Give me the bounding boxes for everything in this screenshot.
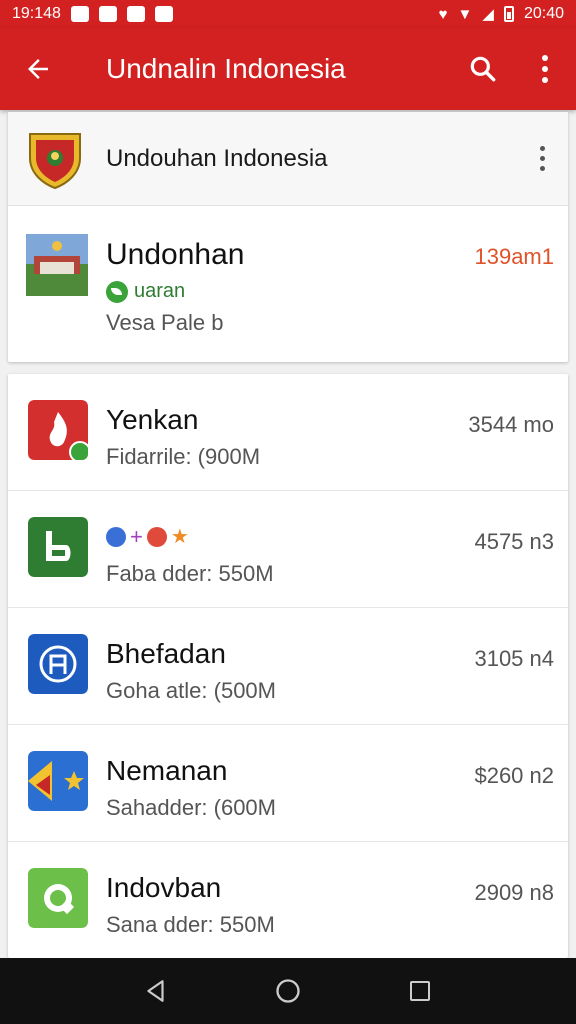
- featured-tag-label: uaran: [134, 280, 186, 302]
- featured-subtitle: Vesa Pale b: [106, 310, 224, 335]
- list-item[interactable]: + ★ Faba dder: 550M 4575 n3: [8, 491, 568, 608]
- app-bird-icon: [28, 751, 88, 811]
- app-price: $260 n2: [474, 763, 554, 788]
- featured-thumbnail: [26, 234, 88, 296]
- app-subtitle: Goha atle: (500M: [106, 678, 276, 703]
- list-item[interactable]: Nemanan Sahadder: (600M $260 n2: [8, 725, 568, 842]
- status-bar: 19:148 ♥ ▼ ◢ 20:40: [0, 0, 576, 28]
- back-nav-button[interactable]: [126, 961, 186, 1021]
- triangle-back-icon: [147, 980, 164, 1002]
- app-a-icon: [28, 634, 88, 694]
- back-arrow-icon: [28, 59, 48, 79]
- leaf-icon: [106, 280, 128, 303]
- more-vert-icon: [542, 55, 548, 83]
- app-subtitle: Fidarrile: (900M: [106, 444, 261, 469]
- list-item[interactable]: Indovban Sana dder: 550M 2909 n8: [8, 842, 568, 959]
- heart-icon: ♥: [438, 5, 448, 23]
- status-time-right: 20:40: [523, 5, 564, 22]
- app-price: 3105 n4: [474, 646, 554, 671]
- wifi-icon: ▼: [457, 5, 473, 23]
- featured-price: 139am1: [474, 244, 554, 269]
- list-item[interactable]: Yenkan Fidarrile: (900M 3544 mo: [8, 374, 568, 491]
- app-subtitle: Sana dder: 550M: [106, 912, 275, 937]
- app-bar: Undnalin Indonesia: [0, 28, 576, 110]
- notification-app-icon: [70, 6, 89, 22]
- app-b-icon: [28, 517, 88, 577]
- app-price: 2909 n8: [474, 880, 554, 905]
- star-icon: ★: [170, 526, 189, 548]
- app-badges: + ★: [106, 524, 189, 549]
- app-name: Nemanan: [106, 755, 228, 786]
- app-camera-icon: [28, 868, 88, 928]
- app-price: 3544 mo: [468, 412, 554, 437]
- mail-icon: [154, 6, 173, 22]
- mail-icon: [98, 6, 117, 22]
- list-item[interactable]: Bhefadan Goha atle: (500M 3105 n4: [8, 608, 568, 725]
- category-header[interactable]: Undouhan Indonesia: [8, 112, 568, 206]
- notification-app-icon: [126, 6, 145, 22]
- square-recents-icon: [410, 981, 430, 1001]
- app-flame-icon: [28, 400, 88, 460]
- circle-home-icon: [276, 979, 300, 1003]
- app-subtitle: Faba dder: 550M: [106, 561, 274, 586]
- battery-icon: [503, 6, 514, 22]
- featured-item[interactable]: Undonhan uaran Vesa Pale b 139am1: [8, 206, 568, 362]
- back-button[interactable]: [0, 28, 76, 110]
- recents-nav-button[interactable]: [390, 961, 450, 1021]
- app-name: Yenkan: [106, 404, 199, 435]
- plus-icon: +: [130, 524, 143, 549]
- chrome-icon: [146, 527, 167, 547]
- app-list: Yenkan Fidarrile: (900M 3544 mo + ★ Faba…: [8, 374, 568, 958]
- google-icon: [106, 527, 126, 547]
- more-vert-icon[interactable]: [530, 146, 554, 171]
- search-icon: [470, 56, 496, 82]
- app-price: 4575 n3: [474, 529, 554, 554]
- featured-name: Undonhan: [106, 238, 245, 271]
- search-button[interactable]: [452, 28, 514, 110]
- app-name: Bhefadan: [106, 638, 226, 669]
- status-time-left: 19:148: [12, 5, 61, 22]
- overflow-menu-button[interactable]: [514, 28, 576, 110]
- featured-tag: uaran: [106, 280, 185, 303]
- system-nav-bar: [0, 958, 576, 1024]
- app-title: Undnalin Indonesia: [106, 53, 346, 84]
- app-subtitle: Sahadder: (600M: [106, 795, 276, 820]
- featured-card: Undouhan Indonesia Undonhan uaran Vesa P…: [8, 112, 568, 362]
- category-title: Undouhan Indonesia: [106, 144, 328, 172]
- coat-of-arms-icon: [29, 132, 81, 189]
- app-name: Indovban: [106, 872, 222, 903]
- signal-icon: ◢: [482, 5, 494, 23]
- home-nav-button[interactable]: [258, 961, 318, 1021]
